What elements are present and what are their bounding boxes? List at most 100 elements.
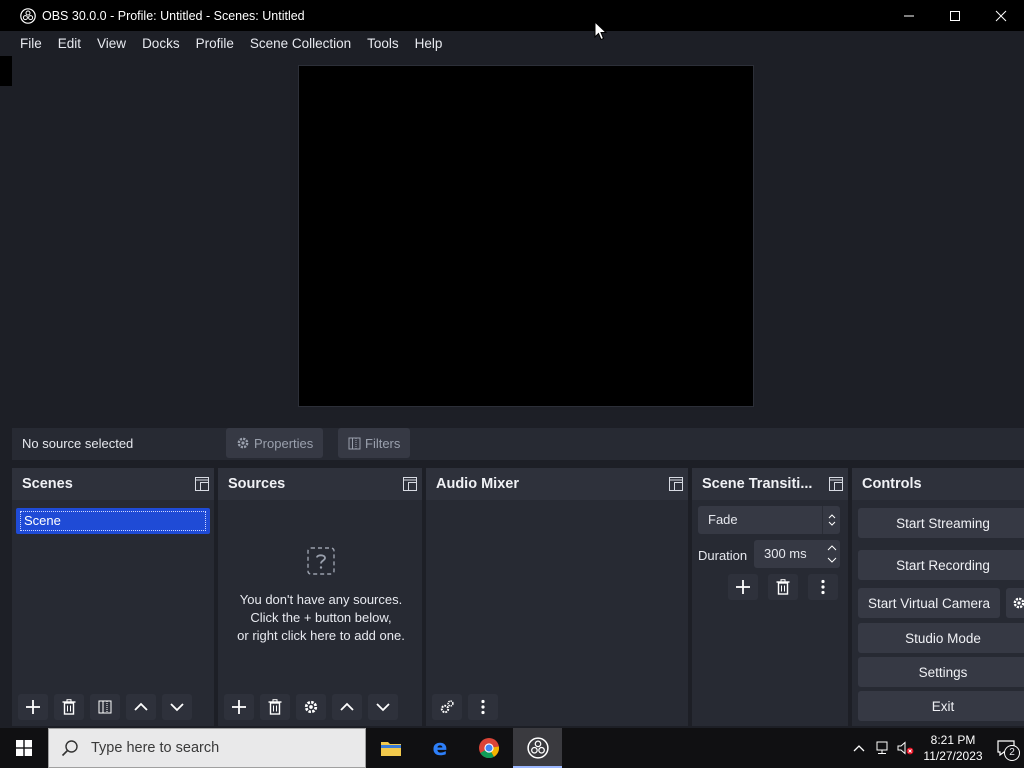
- undock-icon[interactable]: [402, 476, 418, 492]
- scene-transitions-dock-header: Scene Transiti...: [692, 468, 848, 500]
- audio-mixer-dock: Audio Mixer: [426, 468, 688, 726]
- move-scene-up-button[interactable]: [126, 694, 156, 720]
- taskbar: Type here to search e 8:21 PM 11/27/2023…: [0, 728, 1024, 768]
- filters-label: Filters: [365, 435, 401, 451]
- empty-sources-line1: You don't have any sources.: [239, 592, 403, 607]
- preview-canvas[interactable]: [298, 65, 754, 407]
- chevron-down-icon: [170, 703, 184, 712]
- audio-mixer-dock-header: Audio Mixer: [426, 468, 688, 500]
- properties-button[interactable]: Properties: [226, 428, 324, 458]
- settings-button[interactable]: Settings: [858, 657, 1024, 687]
- gears-icon: [440, 700, 454, 714]
- move-source-down-button[interactable]: [368, 694, 398, 720]
- taskbar-clock[interactable]: 8:21 PM 11/27/2023: [918, 732, 988, 764]
- menu-docks[interactable]: Docks: [142, 36, 180, 51]
- menu-profile[interactable]: Profile: [196, 36, 234, 51]
- transition-select-value: Fade: [708, 512, 738, 527]
- more-vertical-icon: [821, 579, 825, 595]
- file-explorer-taskbar-button[interactable]: [366, 728, 415, 768]
- undock-icon[interactable]: [668, 476, 684, 492]
- taskbar-search-box[interactable]: Type here to search: [48, 728, 366, 768]
- duration-spinbox[interactable]: 300 ms: [754, 540, 840, 568]
- chevron-down-icon: [376, 703, 390, 712]
- source-properties-button[interactable]: [296, 694, 326, 720]
- minimize-button[interactable]: [886, 0, 932, 31]
- chrome-taskbar-button[interactable]: [464, 728, 513, 768]
- gear-icon: [304, 700, 318, 714]
- search-placeholder: Type here to search: [91, 740, 220, 756]
- menu-bar: File Edit View Docks Profile Scene Colle…: [0, 31, 1024, 56]
- transition-menu-button[interactable]: [808, 574, 838, 600]
- controls-dock: Controls Start Streaming Start Recording…: [852, 468, 1024, 726]
- undock-icon[interactable]: [194, 476, 210, 492]
- notification-count-badge: 2: [1004, 745, 1020, 761]
- chrome-browser-icon: [478, 738, 499, 759]
- more-vertical-icon: [481, 699, 485, 715]
- menu-scene-collection[interactable]: Scene Collection: [250, 36, 351, 51]
- search-icon: [61, 740, 78, 757]
- audio-advanced-properties-button[interactable]: [432, 694, 462, 720]
- svg-text:e: e: [432, 737, 447, 759]
- tray-overflow-button[interactable]: [848, 744, 870, 752]
- maximize-button[interactable]: [932, 0, 978, 31]
- transition-select[interactable]: Fade: [698, 506, 840, 534]
- menu-view[interactable]: View: [97, 36, 126, 51]
- controls-dock-header: Controls: [852, 468, 1024, 500]
- menu-file[interactable]: File: [20, 36, 42, 51]
- edge-taskbar-button[interactable]: e: [415, 728, 464, 768]
- menu-help[interactable]: Help: [415, 36, 443, 51]
- scene-item-label: Scene: [20, 511, 206, 531]
- obs-taskbar-button[interactable]: [513, 728, 562, 768]
- duration-value: 300 ms: [764, 546, 807, 561]
- scene-transitions-title: Scene Transiti...: [702, 476, 813, 492]
- volume-tray-button[interactable]: [894, 741, 918, 755]
- filters-button[interactable]: Filters: [338, 428, 411, 458]
- spin-arrows-icon[interactable]: [826, 542, 838, 566]
- source-status-label: No source selected: [22, 436, 134, 451]
- network-tray-button[interactable]: [870, 741, 894, 755]
- remove-source-button[interactable]: [260, 694, 290, 720]
- add-scene-button[interactable]: [18, 694, 48, 720]
- move-source-up-button[interactable]: [332, 694, 362, 720]
- scene-list-item[interactable]: Scene: [16, 508, 210, 534]
- remove-transition-button[interactable]: [768, 574, 798, 600]
- notifications-button[interactable]: 2: [988, 728, 1024, 768]
- empty-sources-message: You don't have any sources. Click the + …: [218, 546, 424, 645]
- menu-tools[interactable]: Tools: [367, 36, 399, 51]
- gear-icon: [237, 437, 249, 449]
- start-streaming-button[interactable]: Start Streaming: [858, 508, 1024, 538]
- trash-icon: [62, 699, 76, 715]
- sources-title: Sources: [228, 476, 286, 492]
- mouse-cursor-icon: [594, 21, 608, 41]
- scene-filters-button[interactable]: [90, 694, 120, 720]
- plus-icon: [26, 700, 40, 714]
- chevron-up-icon: [340, 702, 354, 711]
- move-scene-down-button[interactable]: [162, 694, 192, 720]
- studio-mode-button[interactable]: Studio Mode: [858, 623, 1024, 653]
- question-mark-icon: [307, 547, 335, 575]
- close-icon: [995, 10, 1007, 21]
- undock-icon[interactable]: [828, 476, 844, 492]
- add-transition-button[interactable]: [728, 574, 758, 600]
- gear-icon: [1013, 597, 1024, 609]
- audio-mixer-menu-button[interactable]: [468, 694, 498, 720]
- properties-label: Properties: [254, 435, 314, 451]
- exit-button[interactable]: Exit: [858, 691, 1024, 721]
- folder-icon: [380, 742, 401, 756]
- start-recording-button[interactable]: Start Recording: [858, 550, 1024, 580]
- close-button[interactable]: [978, 0, 1024, 31]
- edge-browser-icon: e: [432, 737, 447, 759]
- sources-dock[interactable]: Sources You don't have any sources. Clic…: [218, 468, 422, 726]
- title-bar: OBS 30.0.0 - Profile: Untitled - Scenes:…: [0, 0, 1024, 31]
- plus-icon: [736, 580, 750, 594]
- start-button[interactable]: [0, 728, 48, 768]
- trash-icon: [268, 699, 282, 715]
- window-title: OBS 30.0.0 - Profile: Untitled - Scenes:…: [42, 8, 305, 23]
- remove-scene-button[interactable]: [54, 694, 84, 720]
- network-icon: [876, 741, 888, 754]
- virtual-camera-settings-button[interactable]: [1006, 588, 1024, 618]
- add-source-button[interactable]: [224, 694, 254, 720]
- start-virtual-camera-button[interactable]: Start Virtual Camera: [858, 588, 1000, 618]
- menu-edit[interactable]: Edit: [58, 36, 81, 51]
- minimize-icon: [904, 15, 914, 16]
